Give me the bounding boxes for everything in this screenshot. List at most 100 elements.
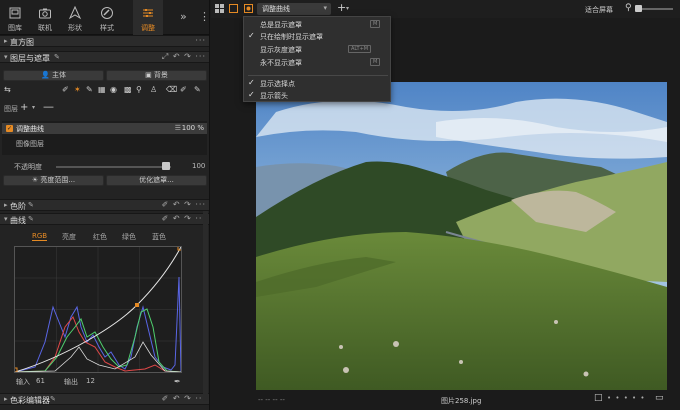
tab-shape[interactable]: 形状 [60, 0, 90, 35]
channel-tab-rgb[interactable]: RGB [32, 232, 48, 241]
menu-item-label: 显示灰度遮罩 [260, 46, 302, 54]
eraser-brush-icon[interactable]: ✎ [86, 85, 93, 94]
brightness-range-button[interactable]: ☀ 亮度范围... [3, 175, 104, 186]
grid-view-icon[interactable] [215, 4, 224, 13]
opacity-slider-handle[interactable] [162, 162, 170, 170]
menu-divider [248, 75, 388, 76]
layer-row-curves[interactable]: ✓ 调整曲线 ☰ 100 % [2, 123, 207, 134]
tab-adjust[interactable]: 调整 [133, 0, 163, 35]
collapse-arrow-icon[interactable]: ▾ [4, 215, 8, 223]
section-curves[interactable]: ▾ 曲线 ✎ ✐ ↶ ↷ ··· [0, 213, 209, 225]
section-levels[interactable]: ▸ 色阶 ✎ ✐ ↶ ↷ ··· [0, 199, 209, 211]
channel-tab-red[interactable]: 红色 [93, 232, 107, 242]
sliders-icon[interactable]: ☰ [175, 124, 181, 132]
tab-capture-label: 联机 [38, 24, 52, 32]
add-layer-icon[interactable]: + [20, 102, 28, 113]
section-layers-title: 图层与遮罩 [10, 54, 50, 63]
eraser-icon[interactable]: ⌫ [166, 85, 177, 94]
curve-channel-tabs: RGB 亮度 红色 绿色 蓝色 [0, 232, 209, 242]
kebab-menu-icon[interactable]: ⋮ [199, 10, 209, 23]
tool-tabs: 图库 联机 形状 样式 调整 » ⋮ [0, 0, 209, 35]
section-menu-icon[interactable]: ··· [195, 36, 206, 45]
collapse-arrow-icon[interactable]: ▸ [4, 201, 8, 209]
swap-icon[interactable]: ⇆ [4, 85, 11, 94]
panel-scrollbar[interactable] [203, 211, 208, 401]
layer-visible-checkbox[interactable]: ✓ [6, 125, 13, 132]
channel-tab-luma[interactable]: 亮度 [62, 232, 76, 242]
menu-item-grayscale-mask[interactable]: 显示灰度遮罩 ALT+M [244, 44, 392, 55]
collapse-arrow-icon[interactable]: ▸ [4, 395, 8, 403]
channel-tab-green[interactable]: 绿色 [122, 232, 136, 242]
zoom-slider-handle[interactable] [635, 5, 642, 12]
fit-screen-label[interactable]: 适合屏幕 [585, 5, 613, 15]
output-value: 12 [86, 377, 95, 385]
chevron-down-icon[interactable]: ▾ [32, 104, 35, 111]
opacity-slider[interactable] [56, 166, 171, 168]
refine-mask-button[interactable]: 优化遮罩... [106, 175, 207, 186]
section-tools-icon[interactable]: ✐ ↶ ↷ ··· [162, 394, 206, 403]
picker-icon[interactable]: ⚲ [136, 85, 142, 94]
rating-dots[interactable]: • • • • • [607, 394, 646, 402]
menu-item-show-arrows[interactable]: ✓ 显示箭头 [244, 90, 392, 101]
layer-select-dropdown[interactable]: 调整曲线 ▾ [257, 3, 331, 15]
person-icon: 👤 [41, 71, 52, 79]
section-tools-icon[interactable]: ✐ ↶ ↷ ··· [162, 214, 206, 223]
layers-list: ✓ 调整曲线 ☰ 100 % 图像图层 [2, 121, 207, 155]
section-color-editor[interactable]: ▸ 色彩编辑器 ✎ ✐ ↶ ↷ ··· [0, 393, 209, 405]
section-tools-icon[interactable]: ⤢ ↶ ↷ ··· [162, 52, 206, 62]
more-tabs-icon[interactable]: » [180, 10, 187, 23]
remove-layer-icon[interactable]: — [43, 100, 54, 113]
opacity-label: 不透明度 [14, 163, 42, 171]
photo-preview[interactable] [256, 82, 667, 390]
section-levels-title: 色阶 [10, 202, 26, 211]
paint-icon[interactable]: ✎ [194, 85, 201, 94]
add-icon[interactable]: + [337, 1, 346, 14]
subject-button[interactable]: 👤 主体 [3, 70, 104, 81]
radial-icon[interactable]: ◉ [110, 85, 117, 94]
tab-library-label: 图库 [8, 24, 22, 32]
filmstrip-icon[interactable]: ▭ [655, 393, 664, 403]
section-layers-masks[interactable]: ▾ 图层与遮罩 ✎ ⤢ ↶ ↷ ··· [0, 51, 209, 63]
section-histogram[interactable]: ▸ 直方图 ··· [0, 35, 209, 47]
layer-row-image[interactable]: 图像图层 [16, 139, 44, 149]
fill-icon[interactable]: ▩ [124, 85, 132, 94]
eyedropper-icon[interactable]: ✒ [174, 377, 181, 386]
menu-item-always-show-mask[interactable]: 总是显示遮罩 M [244, 19, 392, 30]
checkmark-icon: ✓ [248, 31, 255, 40]
gradient-icon[interactable]: ▦ [98, 85, 106, 94]
layer-name: 调整曲线 [16, 125, 44, 133]
channel-tab-blue[interactable]: 蓝色 [152, 232, 166, 242]
single-view-icon[interactable] [229, 4, 238, 13]
tab-style[interactable]: 样式 [92, 0, 122, 35]
erase-mask-icon[interactable]: ✐ [180, 85, 187, 94]
mask-display-icon[interactable] [244, 4, 253, 13]
subject-label: 主体 [51, 71, 66, 79]
output-label: 输出 [64, 378, 78, 386]
menu-item-label: 只在绘制时显示遮罩 [260, 33, 323, 41]
brush-icon[interactable]: ✐ [62, 85, 69, 94]
input-label: 输入 [16, 378, 30, 386]
tab-capture[interactable]: 联机 [30, 0, 60, 35]
menu-item-never-show-mask[interactable]: 永不显示遮罩 M [244, 57, 392, 68]
section-color-editor-title: 色彩编辑器 [10, 396, 50, 405]
chevron-down-icon: ▾ [323, 4, 327, 12]
stamp-icon[interactable]: ♙ [150, 85, 157, 94]
frame-icon[interactable]: □ [594, 393, 603, 403]
menu-item-show-pick-points[interactable]: ✓ 显示选择点 [244, 78, 392, 89]
menu-item-show-when-drawing[interactable]: ✓ 只在绘制时显示遮罩 [244, 31, 392, 42]
background-label: 背景 [153, 71, 168, 79]
section-tools-icon[interactable]: ✐ ↶ ↷ ··· [162, 200, 206, 209]
adjust-icon [143, 9, 153, 17]
background-button[interactable]: ▣ 背景 [106, 70, 207, 81]
magic-brush-icon[interactable]: ✶ [74, 85, 81, 94]
collapse-arrow-icon[interactable]: ▸ [4, 37, 8, 45]
zoom-icon[interactable]: ⚲ [625, 3, 632, 13]
collapse-arrow-icon[interactable]: ▾ [4, 53, 8, 61]
menu-item-label: 总是显示遮罩 [260, 21, 302, 29]
chevron-down-icon[interactable]: ▾ [346, 5, 349, 12]
layers-header: 图层 [4, 105, 18, 113]
tab-library[interactable]: 图库 [0, 0, 30, 35]
curve-editor[interactable] [12, 245, 183, 373]
zoom-slider[interactable] [637, 8, 673, 10]
curve-point-mid[interactable] [135, 303, 139, 307]
